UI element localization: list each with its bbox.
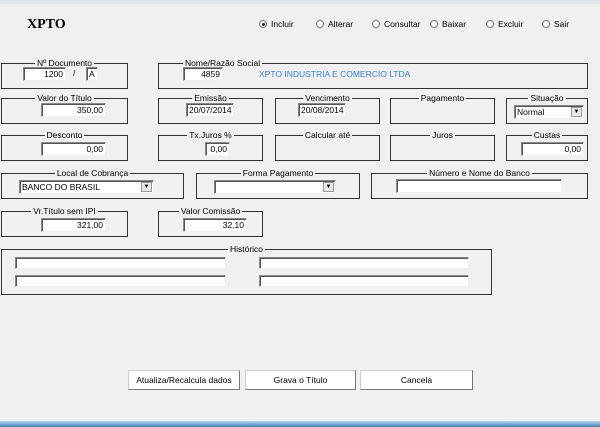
emissao-group: Emissão 20/07/2014 bbox=[158, 93, 263, 124]
vencimento-group: Vencimento 20/08/2014 bbox=[275, 93, 380, 124]
radio-label: Sair bbox=[554, 19, 570, 29]
group-label: Vr.Título sem IPI bbox=[31, 206, 98, 216]
banco-input[interactable] bbox=[396, 179, 562, 193]
chevron-down-icon[interactable]: ▼ bbox=[141, 182, 152, 192]
radio-label: Alterar bbox=[328, 19, 354, 29]
cancela-button[interactable]: Cancela bbox=[360, 370, 473, 390]
custas-input[interactable]: 0,00 bbox=[521, 142, 584, 156]
group-label: Local de Cobrança bbox=[54, 168, 131, 178]
tx-juros-input[interactable]: 0,00 bbox=[205, 142, 230, 156]
group-label: Custas bbox=[531, 130, 563, 140]
situacao-group: Situação Normal ▼ bbox=[506, 93, 588, 124]
radio-icon bbox=[542, 20, 550, 28]
emissao-input[interactable]: 20/07/2014 bbox=[186, 103, 234, 117]
select-value: BANCO DO BRASIL bbox=[22, 182, 100, 192]
radio-label: Baixar bbox=[442, 19, 467, 29]
tx-juros-group: Tx.Juros % 0,00 bbox=[158, 130, 263, 161]
valor-titulo-group: Valor do Título 350,00 bbox=[1, 93, 128, 124]
chevron-down-icon[interactable]: ▼ bbox=[571, 107, 582, 117]
vr-sem-ipi-input[interactable]: 321,00 bbox=[41, 218, 106, 232]
atualiza-button[interactable]: Atualiza/Recalcula dados bbox=[128, 370, 240, 390]
cliente-codigo-input[interactable]: 4859 bbox=[183, 67, 223, 81]
group-label: Número e Nome do Banco bbox=[427, 168, 532, 178]
group-label: Calcular até bbox=[302, 130, 353, 140]
radio-excluir[interactable]: Excluir bbox=[486, 19, 524, 29]
comissao-group: Valor Comissão 32,10 bbox=[158, 206, 263, 237]
historico-line-3[interactable] bbox=[15, 275, 226, 287]
grava-button[interactable]: Grava o Título bbox=[245, 370, 356, 390]
group-label: Juros bbox=[430, 130, 455, 140]
banco-group: Número e Nome do Banco bbox=[371, 168, 588, 199]
forma-pagamento-group: Forma Pagamento ▼ bbox=[196, 168, 360, 199]
group-label: Vencimento bbox=[303, 93, 352, 103]
cliente-nome: XPTO INDUSTRIA E COMERCIO LTDA bbox=[259, 69, 411, 79]
radio-label: Excluir bbox=[498, 19, 524, 29]
radio-icon bbox=[486, 20, 494, 28]
group-label: Pagamento bbox=[418, 93, 467, 103]
desconto-input[interactable]: 0,00 bbox=[41, 142, 106, 156]
select-value: Normal bbox=[517, 107, 545, 117]
historico-group: Histórico bbox=[1, 244, 492, 295]
vencimento-input[interactable]: 20/08/2014 bbox=[298, 103, 346, 117]
window-top-strip bbox=[0, 0, 600, 4]
situacao-select[interactable]: Normal ▼ bbox=[514, 105, 584, 119]
radio-icon bbox=[372, 20, 380, 28]
forma-pagamento-select[interactable]: ▼ bbox=[214, 180, 336, 194]
group-label: Valor Comissão bbox=[178, 206, 243, 216]
app-title: XPTO bbox=[27, 17, 66, 32]
historico-line-1[interactable] bbox=[15, 257, 226, 269]
pagamento-group: Pagamento bbox=[390, 93, 495, 124]
radio-label: Incluir bbox=[271, 19, 294, 29]
group-label: Desconto bbox=[44, 130, 85, 140]
radio-incluir[interactable]: Incluir bbox=[259, 19, 294, 29]
documento-numero-input[interactable]: 1200 bbox=[23, 67, 66, 81]
documento-serie-input[interactable]: A bbox=[86, 67, 98, 81]
radio-baixar[interactable]: Baixar bbox=[430, 19, 466, 29]
radio-icon bbox=[430, 20, 438, 28]
group-label: Histórico bbox=[227, 244, 266, 254]
juros-group: Juros bbox=[390, 130, 495, 161]
documento-group: Nº Documento 1200 / A bbox=[1, 58, 128, 89]
local-cobranca-select[interactable]: BANCO DO BRASIL ▼ bbox=[19, 180, 154, 194]
comissao-input[interactable]: 32,10 bbox=[183, 218, 247, 232]
desconto-group: Desconto 0,00 bbox=[1, 130, 128, 161]
historico-line-4[interactable] bbox=[259, 275, 469, 287]
group-label: Valor do Título bbox=[35, 93, 94, 103]
calcular-ate-group: Calcular até bbox=[275, 130, 380, 161]
cliente-group: Nome/Razão Social 4859 XPTO INDUSTRIA E … bbox=[158, 58, 588, 89]
radio-consultar[interactable]: Consultar bbox=[372, 19, 420, 29]
custas-group: Custas 0,00 bbox=[506, 130, 588, 161]
vr-sem-ipi-group: Vr.Título sem IPI 321,00 bbox=[1, 206, 128, 237]
valor-titulo-input[interactable]: 350,00 bbox=[41, 103, 106, 117]
radio-icon bbox=[316, 20, 324, 28]
radio-sair[interactable]: Sair bbox=[542, 19, 569, 29]
local-cobranca-group: Local de Cobrança BANCO DO BRASIL ▼ bbox=[1, 168, 184, 199]
group-label: Situação bbox=[528, 93, 566, 103]
group-label: Tx.Juros % bbox=[187, 130, 234, 140]
radio-selected-icon bbox=[259, 20, 267, 28]
documento-separator: / bbox=[73, 68, 76, 78]
chevron-down-icon[interactable]: ▼ bbox=[323, 182, 334, 192]
group-label: Emissão bbox=[192, 93, 229, 103]
group-label: Forma Pagamento bbox=[240, 168, 316, 178]
taskbar-edge bbox=[0, 421, 600, 427]
radio-alterar[interactable]: Alterar bbox=[316, 19, 353, 29]
historico-line-2[interactable] bbox=[259, 257, 469, 269]
radio-label: Consultar bbox=[384, 19, 421, 29]
